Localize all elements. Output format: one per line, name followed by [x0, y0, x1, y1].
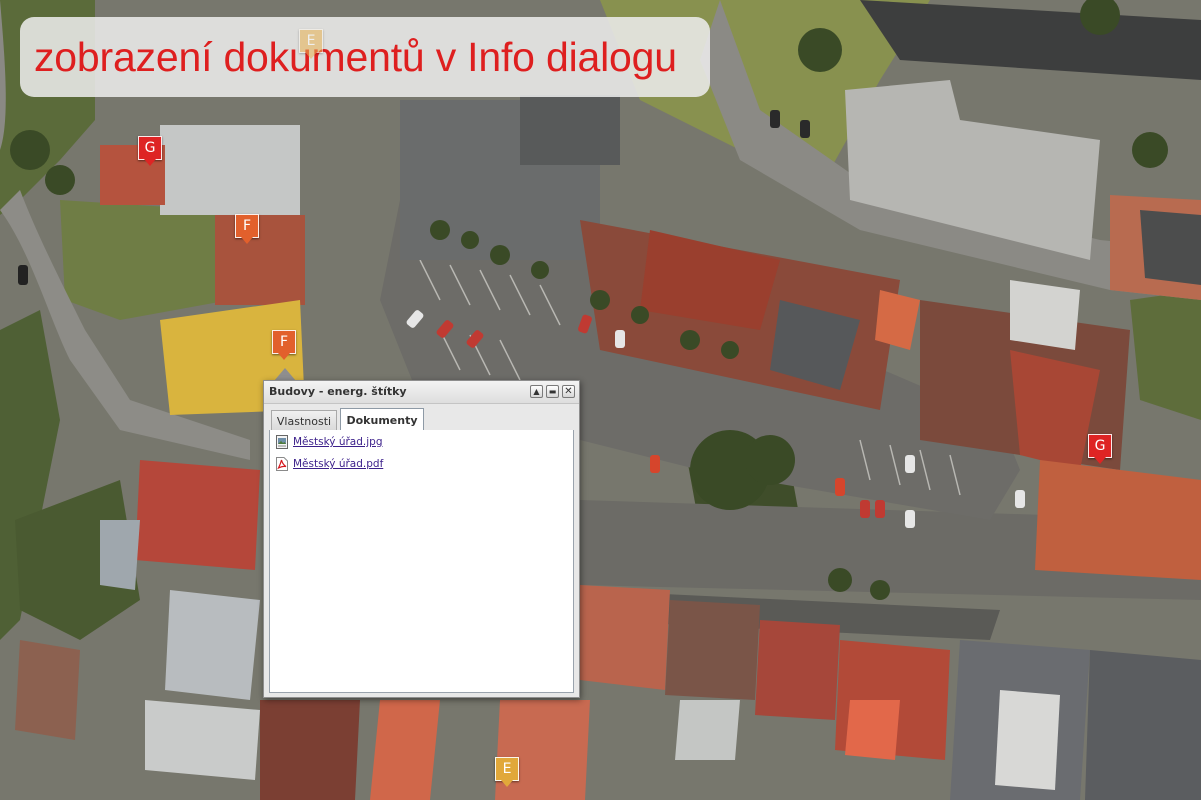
list-item: Městský úřad.pdf	[276, 456, 383, 472]
aerial-map[interactable]	[0, 0, 1201, 800]
building-marker[interactable]: E	[299, 29, 323, 59]
tab-vlastnosti[interactable]: Vlastnosti	[271, 410, 337, 431]
marker-label: E	[306, 33, 316, 49]
document-link[interactable]: Městský úřad.jpg	[293, 436, 383, 448]
building-marker[interactable]: E	[495, 757, 519, 787]
building-marker[interactable]: F	[235, 214, 259, 244]
tab-label: Dokumenty	[346, 413, 418, 427]
info-header[interactable]: Budovy - energ. štítky ▲ ▬ ✕	[264, 381, 579, 404]
building-marker[interactable]: G	[138, 136, 162, 166]
building-marker[interactable]: F	[272, 330, 296, 360]
marker-label: E	[502, 761, 512, 777]
marker-label: G	[144, 140, 156, 156]
info-title: Budovy - energ. štítky	[269, 385, 407, 398]
dock-icon[interactable]: ▬	[546, 385, 559, 398]
up-arrow-icon[interactable]: ▲	[530, 385, 543, 398]
documents-panel: Městský úřad.jpg Městský úřad.pdf	[269, 430, 574, 693]
pdf-file-icon	[276, 457, 288, 471]
tab-dokumenty[interactable]: Dokumenty	[340, 408, 424, 431]
marker-label: F	[279, 334, 289, 350]
title-banner-text: zobrazení dokumentů v Info dialogu	[34, 33, 677, 80]
document-link[interactable]: Městský úřad.pdf	[293, 458, 383, 470]
tab-label: Vlastnosti	[276, 414, 332, 428]
tab-bar: Vlastnosti Dokumenty	[269, 405, 574, 431]
list-item: Městský úřad.jpg	[276, 434, 383, 450]
marker-label: F	[242, 218, 252, 234]
title-banner: zobrazení dokumentů v Info dialogu	[20, 17, 710, 97]
close-icon[interactable]: ✕	[562, 385, 575, 398]
building-marker[interactable]: G	[1088, 434, 1112, 464]
image-file-icon	[276, 435, 288, 449]
info-window: Budovy - energ. štítky ▲ ▬ ✕ Vlastnosti …	[263, 380, 580, 698]
marker-label: G	[1094, 438, 1106, 454]
